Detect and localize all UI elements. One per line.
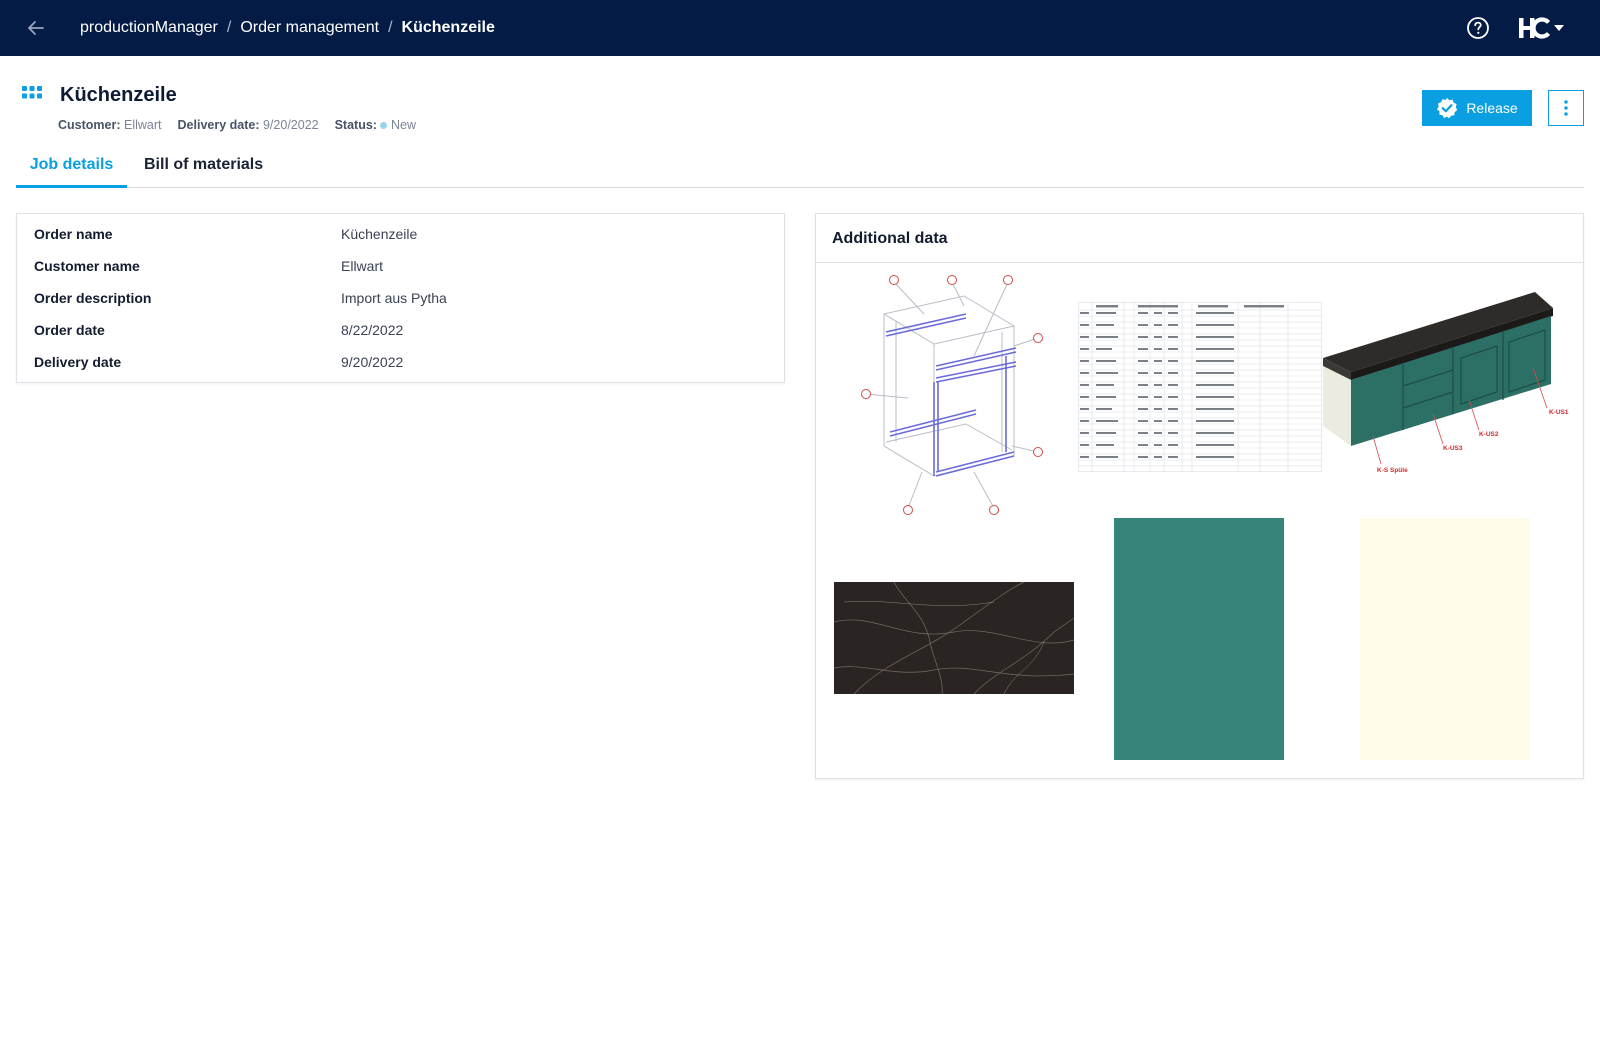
customer-meta: Customer: Ellwart bbox=[58, 118, 162, 132]
detail-value: Ellwart bbox=[341, 258, 384, 274]
release-button-label: Release bbox=[1466, 100, 1518, 116]
detail-value: 8/22/2022 bbox=[341, 322, 404, 338]
additional-data-card: Additional data K-US1 K-US2 K-US3 K-S Sp… bbox=[815, 213, 1584, 779]
more-actions-button[interactable] bbox=[1548, 90, 1584, 126]
breadcrumb-production-manager[interactable]: productionManager bbox=[80, 19, 218, 37]
release-button[interactable]: Release bbox=[1422, 90, 1532, 126]
detail-value: 9/20/2022 bbox=[341, 354, 404, 370]
cabinet-label-k-us2: K-US2 bbox=[1479, 431, 1499, 438]
tab-job-details[interactable]: Job details bbox=[16, 156, 127, 188]
status-meta: Status: New bbox=[335, 118, 416, 132]
delivery-meta: Delivery date: 9/20/2022 bbox=[178, 118, 319, 132]
job-details-card: Order name Küchenzeile Customer name Ell… bbox=[16, 213, 785, 383]
cream-color-swatch[interactable] bbox=[1360, 518, 1530, 760]
more-vertical-icon bbox=[1564, 100, 1568, 116]
status-dot-icon bbox=[379, 121, 387, 129]
kitchen-render-thumbnail[interactable]: K-US1 K-US2 K-US3 K-S Spüle bbox=[1321, 288, 1575, 498]
help-button[interactable] bbox=[1466, 16, 1490, 40]
help-icon bbox=[1467, 17, 1489, 39]
delivery-meta-value: 9/20/2022 bbox=[262, 118, 319, 132]
detail-label: Order description bbox=[34, 290, 152, 306]
apps-grid-icon[interactable] bbox=[22, 86, 42, 102]
breadcrumb: productionManager / Order management / K… bbox=[80, 0, 495, 56]
status-badge: New bbox=[390, 118, 416, 132]
caret-down-icon bbox=[1554, 25, 1564, 31]
top-bar: productionManager / Order management / K… bbox=[0, 0, 1600, 56]
breadcrumb-order-management[interactable]: Order management bbox=[240, 19, 379, 37]
cabinet-label-k-us3: K-US3 bbox=[1443, 445, 1463, 452]
customer-meta-label: Customer: bbox=[58, 118, 121, 132]
status-meta-label: Status: bbox=[334, 118, 377, 132]
additional-data-title: Additional data bbox=[832, 230, 948, 247]
back-arrow-icon bbox=[28, 21, 44, 35]
detail-label: Customer name bbox=[34, 258, 140, 274]
detail-label: Order name bbox=[34, 226, 113, 242]
tab-bill-of-materials[interactable]: Bill of materials bbox=[144, 156, 263, 188]
cabinet-label-k-us1: K-US1 bbox=[1549, 409, 1569, 416]
breadcrumb-current: Küchenzeile bbox=[401, 19, 495, 36]
verified-check-icon bbox=[1437, 98, 1458, 119]
account-menu-button[interactable] bbox=[1518, 14, 1564, 42]
page-title: Küchenzeile bbox=[60, 84, 177, 106]
breadcrumb-separator: / bbox=[388, 19, 393, 36]
delivery-meta-label: Delivery date: bbox=[177, 118, 260, 132]
parts-list-thumbnail[interactable] bbox=[1078, 302, 1322, 472]
green-color-swatch[interactable] bbox=[1114, 518, 1284, 760]
card-divider bbox=[816, 262, 1583, 263]
detail-value: Küchenzeile bbox=[341, 226, 418, 242]
tab-bar: Job details Bill of materials bbox=[16, 152, 1584, 188]
detail-label: Delivery date bbox=[34, 354, 122, 370]
technical-drawing-thumbnail[interactable] bbox=[856, 266, 1056, 516]
cabinet-label-k-s-spuele: K-S Spüle bbox=[1377, 467, 1408, 474]
customer-meta-value: Ellwart bbox=[124, 118, 162, 132]
breadcrumb-separator: / bbox=[226, 19, 232, 36]
back-button[interactable] bbox=[22, 14, 50, 42]
brand-logo-icon bbox=[1519, 17, 1550, 39]
marble-swatch-thumbnail[interactable] bbox=[834, 582, 1074, 694]
job-meta: Customer: Ellwart Delivery date: 9/20/20… bbox=[58, 118, 416, 132]
detail-label: Order date bbox=[34, 322, 105, 338]
detail-value: Import aus Pytha bbox=[341, 290, 447, 306]
